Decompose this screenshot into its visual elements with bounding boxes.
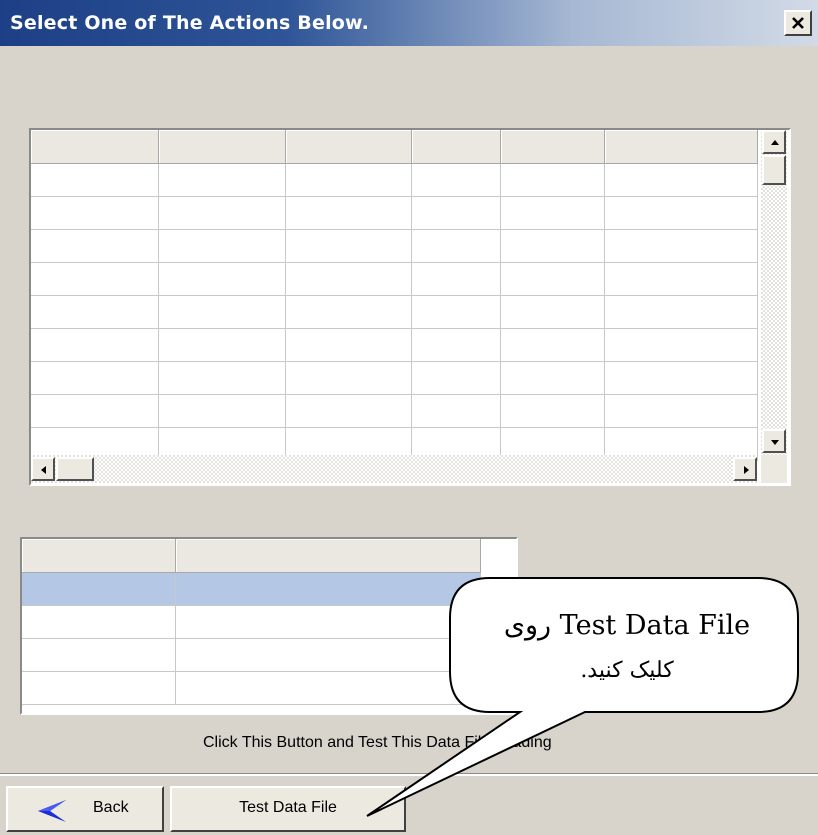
scroll-up-button[interactable] [762, 130, 786, 154]
footer-divider [0, 773, 818, 776]
column-header[interactable] [604, 130, 758, 164]
grid-header-row [31, 130, 758, 164]
column-header[interactable] [31, 130, 159, 164]
table-row[interactable] [22, 638, 481, 672]
test-data-file-label: Test Data File [239, 799, 337, 816]
scroll-down-icon [771, 440, 779, 445]
callout-instruction-line2: کلیک کنید. [580, 658, 674, 683]
back-arrow-icon [38, 800, 66, 822]
secondary-grid-table [22, 539, 481, 705]
close-button[interactable] [784, 10, 812, 36]
scroll-right-icon [744, 466, 749, 474]
secondary-data-grid[interactable] [20, 537, 518, 715]
table-row[interactable] [31, 394, 758, 428]
scroll-up-icon [771, 140, 779, 145]
scroll-left-button[interactable] [31, 457, 55, 481]
column-header[interactable] [175, 539, 481, 573]
back-button-label: Back [93, 799, 129, 816]
scrollbar-corner [761, 455, 787, 483]
table-row[interactable] [22, 605, 481, 639]
hint-label: Click This Button and Test This Data Fil… [203, 734, 552, 751]
vertical-scrollbar[interactable] [761, 130, 787, 455]
main-grid-table [31, 130, 758, 461]
table-row[interactable] [31, 229, 758, 263]
callout-instruction-line1: روی Test Data File [503, 610, 751, 641]
column-header[interactable] [411, 130, 501, 164]
test-data-file-button[interactable]: Test Data File [170, 786, 406, 832]
column-header[interactable] [158, 130, 286, 164]
table-row-selected[interactable] [22, 572, 481, 606]
column-header[interactable] [500, 130, 605, 164]
scroll-left-icon [41, 466, 46, 474]
table-row[interactable] [31, 328, 758, 362]
column-header[interactable] [285, 130, 412, 164]
table-row[interactable] [22, 671, 481, 705]
back-button[interactable]: Back [6, 786, 164, 832]
table-row[interactable] [31, 196, 758, 230]
window-title: Select One of The Actions Below. [10, 12, 369, 34]
grid-header-row [22, 539, 481, 573]
column-header[interactable] [22, 539, 176, 573]
vertical-scroll-thumb[interactable] [762, 155, 786, 185]
table-row[interactable] [31, 295, 758, 329]
main-data-grid[interactable] [29, 128, 791, 486]
horizontal-scrollbar[interactable] [31, 455, 757, 483]
scroll-right-button[interactable] [733, 457, 757, 481]
table-row[interactable] [31, 163, 758, 197]
title-bar: Select One of The Actions Below. [0, 0, 818, 46]
table-row[interactable] [31, 262, 758, 296]
dialog-window: Select One of The Actions Below. Click T… [0, 0, 818, 835]
scroll-down-button[interactable] [762, 429, 786, 453]
horizontal-scroll-thumb[interactable] [56, 457, 94, 481]
close-icon [792, 17, 804, 29]
table-row[interactable] [31, 361, 758, 395]
